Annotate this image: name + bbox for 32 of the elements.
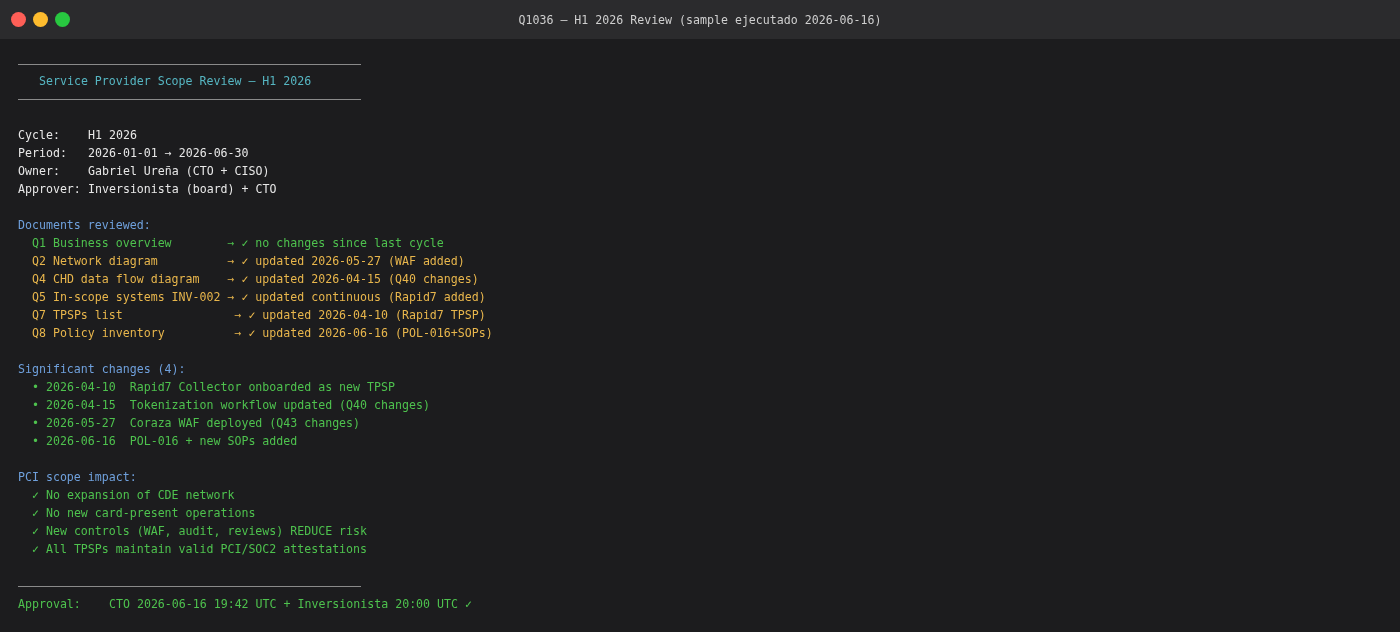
output-line: Q8 Policy inventory → ✓ updated 2026-06-16 (POL-016+SOPs) bbox=[32, 325, 493, 342]
output-line: Q2 Network diagram → ✓ updated 2026-05-27 (WAF added) bbox=[32, 253, 465, 270]
field-label: Owner: bbox=[18, 164, 60, 178]
minimize-button[interactable] bbox=[33, 12, 48, 27]
output-line: • 2026-04-10 Rapid7 Collector onboarded as new TPSP bbox=[32, 379, 395, 396]
output-line: ✓ New controls (WAF, audit, reviews) REDUCE risk bbox=[32, 523, 368, 540]
field-label: Approver: bbox=[18, 182, 81, 196]
approval-value: CTO 2026-06-16 19:42 UTC + Inversionista 20:00 UTC ✓ bbox=[109, 596, 472, 613]
output-line: Q4 CHD data flow diagram → ✓ updated 2026-04-15 (Q40 changes) bbox=[32, 271, 479, 288]
output-line: ✓ No expansion of CDE network bbox=[32, 487, 235, 504]
output-line: Q1 Business overview → ✓ no changes since last cycle bbox=[32, 235, 444, 252]
output-line: • 2026-06-16 POL-016 + new SOPs added bbox=[32, 433, 298, 450]
maximize-button[interactable] bbox=[55, 12, 70, 27]
field-value: Inversionista (board) + CTO bbox=[88, 181, 277, 198]
field-value: H1 2026 bbox=[88, 127, 137, 144]
output-line: • 2026-05-27 Coraza WAF deployed (Q43 changes) bbox=[32, 415, 361, 432]
section-heading: PCI scope impact: bbox=[18, 470, 137, 484]
section-heading: Significant changes (4): bbox=[18, 362, 186, 376]
field-label: Period: bbox=[18, 146, 67, 160]
field-value: Gabriel Ureña (CTO + CISO) bbox=[88, 163, 270, 180]
output-line: ✓ All TPSPs maintain valid PCI/SOC2 attestations bbox=[32, 541, 368, 558]
output-line: ✓ No new card-present operations bbox=[32, 505, 256, 522]
output-line: Q7 TPSPs list → ✓ updated 2026-04-10 (Rapid7 TPSP) bbox=[32, 307, 486, 324]
report-title: Service Provider Scope Review — H1 2026 bbox=[39, 74, 312, 88]
field-label: Cycle: bbox=[18, 128, 60, 142]
field-value: 2026-01-01 → 2026-06-30 bbox=[88, 145, 249, 162]
close-button[interactable] bbox=[11, 12, 26, 27]
window-title: Q1036 — H1 2026 Review (sample ejecutado 2026-06-16) bbox=[518, 12, 882, 27]
output-line: Q5 In-scope systems INV-002 → ✓ updated continuous (Rapid7 added) bbox=[32, 289, 486, 306]
approval-label: Approval: bbox=[18, 597, 81, 611]
output-line: • 2026-04-15 Tokenization workflow updated (Q40 changes) bbox=[32, 397, 430, 414]
section-heading: Documents reviewed: bbox=[18, 218, 151, 232]
